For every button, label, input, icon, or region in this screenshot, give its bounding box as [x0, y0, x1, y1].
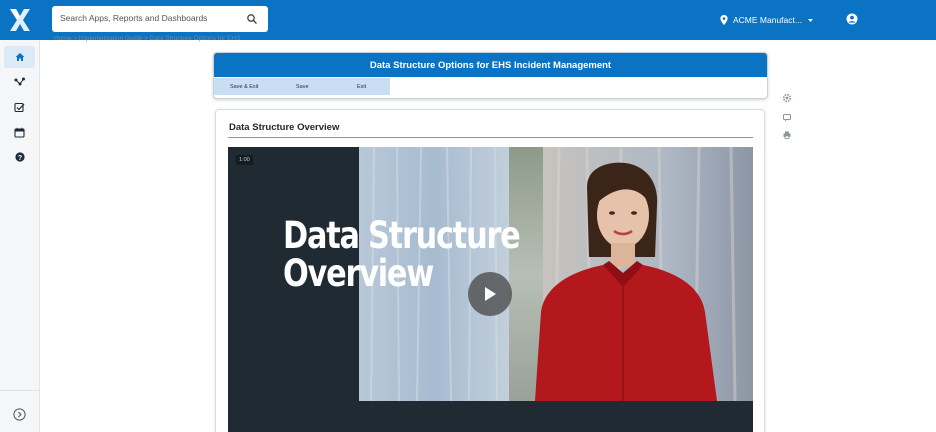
- org-selector[interactable]: ACME Manufact...: [720, 13, 814, 27]
- search-input[interactable]: Search Apps, Reports and Dashboards: [60, 13, 207, 23]
- help-icon: ?: [14, 152, 25, 162]
- video-player[interactable]: 1:00 Data Structure Overview: [228, 147, 753, 432]
- print-icon[interactable]: [782, 130, 792, 140]
- home-icon: [15, 53, 24, 61]
- calendar-icon: [14, 127, 25, 138]
- form-header-card: Data Structure Options for EHS Incident …: [213, 52, 768, 99]
- sidebar-item-workflow[interactable]: [4, 71, 35, 93]
- chevron-down-icon: [807, 18, 813, 22]
- form-action-bar: Save & Exit Save Exit: [214, 78, 390, 95]
- play-button[interactable]: [468, 272, 512, 316]
- top-bar: Search Apps, Reports and Dashboards ACME…: [0, 0, 936, 40]
- workflow-icon: [14, 77, 25, 86]
- sidebar-divider: [0, 390, 40, 391]
- save-button[interactable]: Save: [296, 84, 309, 90]
- comment-icon[interactable]: [782, 113, 792, 123]
- play-icon: [485, 287, 496, 301]
- video-timestamp: 1:00: [236, 155, 253, 165]
- location-pin-icon: [720, 15, 728, 25]
- form-title: Data Structure Options for EHS Incident …: [214, 53, 767, 77]
- overview-section-card: Data Structure Overview 1:00 Data Struct…: [215, 109, 765, 432]
- chevron-right-icon: [13, 407, 26, 421]
- org-name: ACME Manufact...: [733, 15, 802, 25]
- app-logo-icon[interactable]: [8, 7, 32, 33]
- sidebar-expand-button[interactable]: [4, 403, 35, 425]
- section-title: Data Structure Overview: [229, 122, 340, 133]
- tasks-icon: [14, 102, 25, 112]
- section-divider: [228, 137, 753, 138]
- sidebar-item-home[interactable]: [4, 46, 35, 68]
- save-exit-button[interactable]: Save & Exit: [230, 84, 258, 90]
- exit-button[interactable]: Exit: [357, 84, 366, 90]
- sidebar-item-tasks[interactable]: [4, 96, 35, 118]
- settings-icon[interactable]: [782, 93, 792, 103]
- user-account-icon[interactable]: [846, 13, 858, 25]
- sidebar-item-calendar[interactable]: [4, 121, 35, 143]
- svg-text:?: ?: [17, 155, 21, 162]
- search-icon[interactable]: [246, 13, 258, 25]
- breadcrumb[interactable]: Home > Implementation Guide > Data Struc…: [54, 35, 240, 43]
- sidebar-item-help[interactable]: ?: [4, 146, 35, 168]
- left-sidebar: ?: [0, 40, 40, 432]
- global-search[interactable]: Search Apps, Reports and Dashboards: [52, 6, 268, 32]
